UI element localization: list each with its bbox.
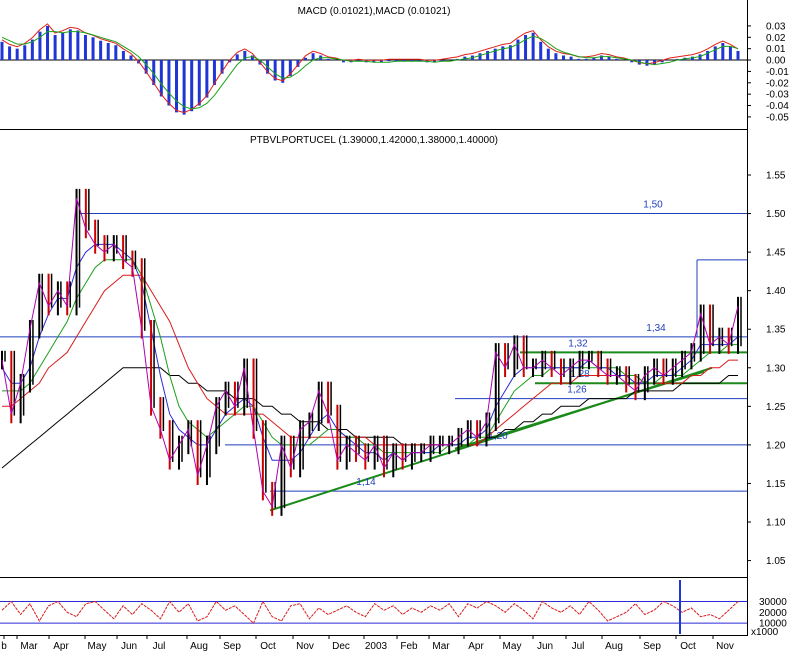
x-axis-label: Sep (223, 641, 241, 652)
x-axis-label: Dec (332, 641, 350, 652)
oscillator-y-tick-label: 30000 (759, 597, 787, 608)
price-y-tick-label: 1.40 (766, 286, 786, 297)
price-y-tick-label: 1.05 (766, 556, 786, 567)
moving-average-green (2, 259, 738, 454)
oscillator-unit-label: x1000 (751, 627, 779, 638)
macd-y-tick-label: -0.02 (766, 78, 789, 89)
price-panel: 1,501,341,321,281,261,201,141.051.101.15… (0, 170, 786, 567)
x-axis-label: Aug (190, 641, 208, 652)
x-axis-label: Apr (53, 641, 69, 652)
price-level-label: 1,20 (488, 431, 508, 442)
macd-y-tick-label: 0.03 (766, 21, 786, 32)
macd-y-tick-label: -0.04 (766, 101, 789, 112)
x-axis-label: Oct (680, 641, 696, 652)
macd-line (1, 23, 739, 114)
price-y-tick-label: 1.30 (766, 363, 786, 374)
macd-y-tick-label: 0.01 (766, 44, 786, 55)
x-axis-label: Nov (296, 641, 314, 652)
price-level-label: 1,32 (568, 338, 588, 349)
x-axis-label: Aug (605, 641, 623, 652)
x-axis-label: Mar (20, 641, 38, 652)
macd-y-tick-label: -0.01 (766, 67, 789, 78)
price-y-tick-label: 1.45 (766, 248, 786, 259)
x-axis-label: Jul (153, 641, 166, 652)
price-y-tick-label: 1.15 (766, 479, 786, 490)
x-axis-line (0, 635, 748, 636)
macd-title: MACD (0.01021),MACD (0.01021) (298, 6, 451, 17)
macd-y-tick-label: 0.00 (766, 56, 786, 67)
price-level-label: 1,26 (567, 385, 587, 396)
price-y-tick-label: 1.10 (766, 518, 786, 529)
x-axis-label: b (1, 641, 7, 652)
macd-y-tick-label: 0.02 (766, 33, 786, 44)
x-axis-label: Mar (432, 641, 450, 652)
x-axis-label: Apr (468, 641, 484, 652)
x-axis-label: May (503, 641, 522, 652)
price-y-tick-label: 1.25 (766, 402, 786, 413)
oscillator-line (1, 600, 739, 625)
moving-average-blue (2, 274, 738, 446)
price-y-tick-label: 1.55 (766, 170, 786, 181)
x-axis-label: Feb (400, 641, 418, 652)
macd-panel: 0.030.020.010.00-0.01-0.02-0.03-0.04-0.0… (0, 21, 789, 123)
oscillator-panel: 300002000010000x1000 (0, 580, 787, 638)
macd-y-tick-label: -0.03 (766, 90, 789, 101)
price-level-label: 1,14 (356, 477, 376, 488)
oscillator-y-tick-label: 20000 (759, 608, 787, 619)
axes: b Mar Apr May Jun Jul Aug Sep Oct Nov Dec 2003 Feb Ma… (1, 635, 734, 652)
x-axis-label: Oct (260, 641, 276, 652)
price-level-label: 1,34 (646, 323, 666, 334)
price-y-tick-label: 1.20 (766, 440, 786, 451)
x-axis-label: Sep (643, 641, 661, 652)
x-axis-label: Jun (537, 641, 553, 652)
stock-chart: MACD (0.01021),MACD (0.01021) PTBVLPORTU… (0, 0, 789, 652)
macd-y-tick-label: -0.05 (766, 112, 789, 123)
x-axis-label: Jul (572, 641, 585, 652)
panel-separator-macd (0, 129, 748, 130)
panel-separator-price (0, 577, 748, 578)
y-axis-line (747, 0, 748, 636)
x-axis-label: 2003 (365, 641, 388, 652)
x-axis-label: Nov (716, 641, 734, 652)
x-axis-label: May (88, 641, 107, 652)
price-level-label: 1,50 (643, 200, 663, 211)
price-title: PTBVLPORTUCEL (1.39000,1.42000,1.38000,1… (250, 135, 498, 146)
macd-signal-line (1, 31, 739, 110)
price-y-tick-label: 1.35 (766, 325, 786, 336)
price-y-tick-label: 1.50 (766, 209, 786, 220)
x-axis-label: Jun (121, 641, 137, 652)
